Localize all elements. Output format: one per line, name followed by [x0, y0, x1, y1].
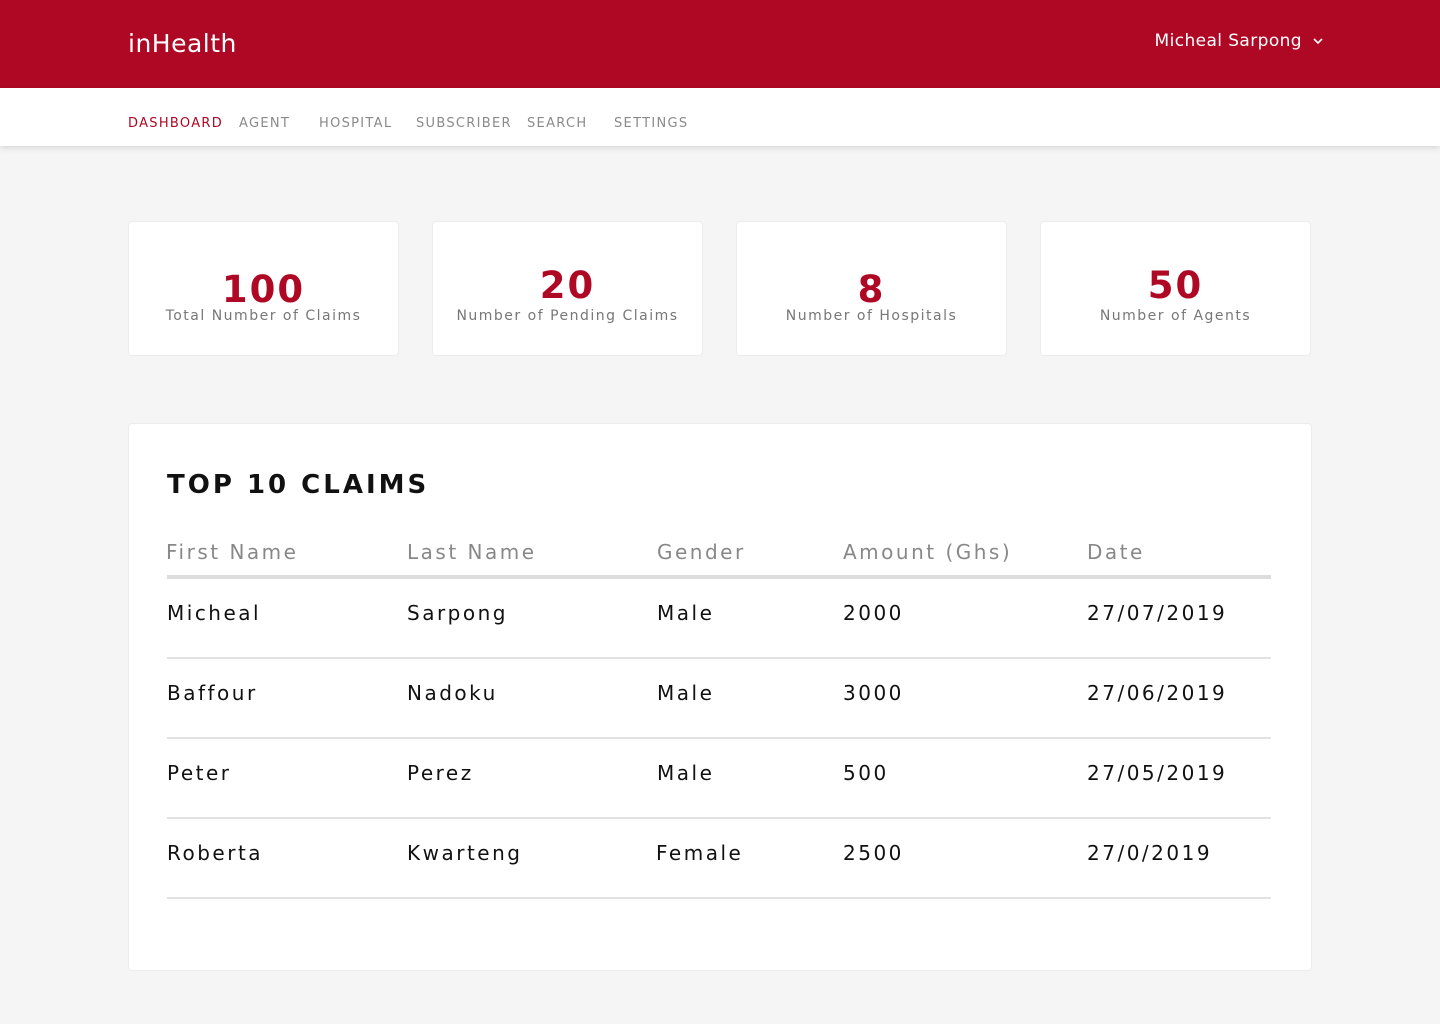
user-menu[interactable]: Micheal Sarpong [1155, 31, 1324, 51]
column-header-amount: Amount (Ghs) [843, 540, 1013, 564]
stat-card-pending-claims: 20 Number of Pending Claims [432, 221, 703, 356]
cell-first-name: Roberta [167, 841, 264, 865]
cell-amount: 2000 [843, 601, 904, 625]
user-name: Micheal Sarpong [1154, 31, 1302, 51]
stat-label: Number of Hospitals [785, 308, 958, 324]
cell-last-name: Nadoku [407, 681, 498, 705]
column-header-date: Date [1087, 540, 1145, 564]
cell-amount: 500 [843, 761, 889, 785]
top-claims-panel: TOP 10 CLAIMS First Name Last Name Gende… [128, 423, 1312, 971]
cell-amount: 3000 [843, 681, 904, 705]
stat-label: Number of Agents [1099, 308, 1252, 324]
main-nav: DASHBOARD AGENT HOSPITAL SUBSCRIBER SEAR… [0, 88, 1440, 146]
chevron-down-icon [1313, 38, 1323, 45]
nav-item-subscriber[interactable]: SUBSCRIBER [416, 116, 512, 131]
stat-value: 50 [1147, 264, 1204, 307]
cell-last-name: Kwarteng [407, 841, 523, 865]
table-row[interactable]: Baffour Nadoku Male 3000 27/06/2019 [167, 659, 1271, 739]
table-row[interactable]: Micheal Sarpong Male 2000 27/07/2019 [167, 579, 1271, 659]
cell-gender: Male [657, 601, 715, 625]
table-row[interactable]: Roberta Kwarteng Female 2500 27/0/2019 [167, 819, 1271, 899]
nav-item-search[interactable]: SEARCH [527, 116, 587, 131]
stat-value: 20 [539, 264, 596, 307]
cell-gender: Male [657, 681, 715, 705]
cell-date: 27/06/2019 [1087, 681, 1228, 705]
column-header-first-name: First Name [166, 540, 299, 564]
cell-last-name: Sarpong [407, 601, 508, 625]
panel-title: TOP 10 CLAIMS [167, 470, 430, 500]
cell-last-name: Perez [407, 761, 474, 785]
stat-value: 8 [857, 268, 886, 311]
cell-gender: Female [656, 841, 744, 865]
cell-date: 27/05/2019 [1087, 761, 1228, 785]
table-row[interactable]: Peter Perez Male 500 27/05/2019 [167, 739, 1271, 819]
nav-item-dashboard[interactable]: DASHBOARD [128, 116, 223, 131]
brand-logo[interactable]: inHealth [128, 29, 237, 58]
column-header-gender: Gender [657, 540, 746, 564]
cell-gender: Male [657, 761, 715, 785]
stat-card-hospitals: 8 Number of Hospitals [736, 221, 1007, 356]
stat-label: Number of Pending Claims [456, 308, 679, 324]
nav-item-agent[interactable]: AGENT [239, 116, 290, 131]
cell-first-name: Peter [167, 761, 232, 785]
stat-card-total-claims: 100 Total Number of Claims [128, 221, 399, 356]
cell-amount: 2500 [843, 841, 904, 865]
stat-card-agents: 50 Number of Agents [1040, 221, 1311, 356]
nav-item-hospital[interactable]: HOSPITAL [319, 116, 392, 131]
cell-date: 27/07/2019 [1087, 601, 1228, 625]
cell-first-name: Baffour [167, 681, 258, 705]
nav-item-settings[interactable]: SETTINGS [614, 116, 688, 131]
column-header-last-name: Last Name [407, 540, 537, 564]
stat-label: Total Number of Claims [165, 308, 362, 324]
cell-date: 27/0/2019 [1087, 841, 1213, 865]
stat-value: 100 [221, 268, 306, 311]
cell-first-name: Micheal [167, 601, 262, 625]
top-bar: inHealth Micheal Sarpong [0, 0, 1440, 88]
